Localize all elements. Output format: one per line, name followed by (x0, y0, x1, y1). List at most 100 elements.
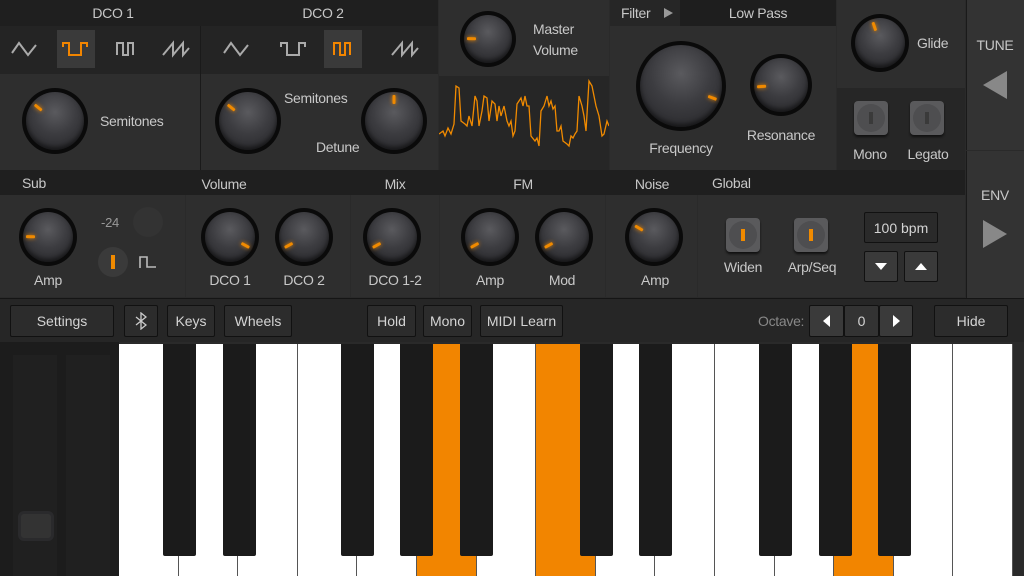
mix-label: DCO 1-2 (368, 272, 422, 288)
widen-toggle[interactable] (726, 218, 760, 252)
black-key[interactable] (877, 344, 911, 556)
sawtooth-wave-icon (162, 40, 190, 58)
volume-dco2-knob[interactable] (275, 208, 333, 266)
oscilloscope (438, 76, 610, 170)
mono-toggle[interactable] (854, 101, 888, 135)
pulse-wave-icon (333, 42, 351, 56)
filter-type-arrow-icon[interactable] (664, 8, 673, 18)
env-label: ENV (981, 187, 1009, 203)
wheels-button[interactable]: Wheels (224, 305, 292, 337)
env-right-arrow-icon[interactable] (983, 220, 1007, 248)
dco-header (0, 0, 438, 26)
filter-resonance-label: Resonance (746, 127, 816, 143)
dco2-detune-label: Detune (316, 139, 360, 155)
volume-dco1-knob[interactable] (201, 208, 259, 266)
mod-wheel[interactable] (66, 355, 110, 576)
sub-amp-knob[interactable] (19, 208, 77, 266)
glide-knob[interactable] (851, 14, 909, 72)
tempo-display[interactable]: 100 bpm (864, 212, 938, 243)
master-label-1: Master (533, 21, 574, 37)
mono-button[interactable]: Mono (423, 305, 472, 337)
dco2-title: DCO 2 (302, 5, 344, 21)
mono-label: Mono (853, 146, 887, 162)
sub-square-toggle[interactable] (98, 247, 128, 277)
dco2-detune-knob[interactable] (361, 88, 427, 154)
octave-label: Octave: (758, 313, 805, 329)
sub-octave-toggle[interactable] (133, 207, 163, 237)
arrow-left-icon (823, 315, 830, 327)
triangle-wave-icon (11, 41, 37, 57)
fm-mod-knob[interactable] (535, 208, 593, 266)
pitch-wheel[interactable] (13, 355, 57, 576)
noise-amp-label: Amp (641, 272, 669, 288)
black-key[interactable] (162, 344, 196, 556)
filter-type-value: Low Pass (728, 5, 788, 21)
black-key[interactable] (579, 344, 613, 556)
dco1-waveform-pulse-wave-button[interactable] (107, 30, 145, 68)
filter-title: Filter (621, 5, 651, 21)
arp-seq-label: Arp/Seq (787, 259, 837, 275)
black-key[interactable] (639, 344, 673, 556)
mix-knob[interactable] (363, 208, 421, 266)
dco2-waveform-square-wave-button[interactable] (275, 30, 313, 68)
hide-button[interactable]: Hide (934, 305, 1008, 337)
arrow-right-icon (892, 315, 900, 327)
dco1-waveform-square-wave-button[interactable] (57, 30, 95, 68)
sub-title: Sub (22, 175, 47, 191)
dco1-title: DCO 1 (92, 5, 134, 21)
tune-left-arrow-icon[interactable] (983, 71, 1007, 99)
tune-label: TUNE (976, 37, 1014, 53)
octave-down-button[interactable] (809, 305, 844, 337)
octave-value: 0 (844, 305, 879, 337)
dco2-waveform-triangle-wave-button[interactable] (218, 30, 256, 68)
noise-amp-knob[interactable] (625, 208, 683, 266)
filter-resonance-knob[interactable] (750, 54, 812, 116)
black-key[interactable] (459, 344, 493, 556)
sub-amp-label: Amp (34, 272, 62, 288)
black-key[interactable] (819, 344, 853, 556)
glide-label: Glide (917, 35, 949, 51)
knob-indicator (19, 235, 48, 239)
white-key-c[interactable] (953, 344, 1013, 576)
arp-seq-toggle[interactable] (794, 218, 828, 252)
bluetooth-button[interactable] (124, 305, 158, 337)
black-key[interactable] (341, 344, 375, 556)
dco1-waveform-sawtooth-wave-button[interactable] (157, 30, 195, 68)
keys-button[interactable]: Keys (167, 305, 215, 337)
fm-amp-knob[interactable] (461, 208, 519, 266)
tempo-up-button[interactable] (904, 251, 938, 282)
dco1-semitones-label: Semitones (100, 113, 164, 129)
dco1-semitones-knob[interactable] (22, 88, 88, 154)
square-wave-icon (280, 42, 306, 56)
midi-learn-button[interactable]: MIDI Learn (480, 305, 563, 337)
dco2-semitones-knob[interactable] (215, 88, 281, 154)
dco1-waveform-triangle-wave-button[interactable] (6, 30, 44, 68)
master-volume-knob[interactable] (460, 11, 516, 67)
octave-up-button[interactable] (879, 305, 913, 337)
dco2-semitones-label: Semitones (284, 90, 348, 106)
hold-button[interactable]: Hold (367, 305, 416, 337)
arrow-down-icon (875, 263, 887, 270)
fm-title: FM (513, 176, 533, 192)
sawtooth-wave-icon (391, 40, 419, 58)
black-key[interactable] (400, 344, 433, 556)
sub-octave-label: -24 (101, 215, 119, 230)
bluetooth-icon (135, 312, 147, 330)
noise-title: Noise (634, 176, 670, 192)
dco2-waveform-pulse-wave-button[interactable] (324, 30, 362, 68)
tempo-down-button[interactable] (864, 251, 898, 282)
mix-title: Mix (384, 176, 406, 192)
triangle-wave-icon (223, 41, 249, 57)
black-key[interactable] (223, 344, 257, 556)
legato-toggle[interactable] (910, 101, 944, 135)
filter-frequency-knob[interactable] (636, 41, 726, 131)
master-label-2: Volume (533, 42, 578, 58)
dco2-waveform-sawtooth-wave-button[interactable] (386, 30, 424, 68)
pitch-wheel-handle[interactable] (18, 511, 54, 541)
square-wave-icon (139, 256, 156, 268)
knob-indicator (392, 88, 396, 121)
settings-button[interactable]: Settings (10, 305, 114, 337)
fm-amp-label: Amp (476, 272, 504, 288)
black-key[interactable] (758, 344, 792, 556)
volume-dco2-label: DCO 2 (283, 272, 325, 288)
